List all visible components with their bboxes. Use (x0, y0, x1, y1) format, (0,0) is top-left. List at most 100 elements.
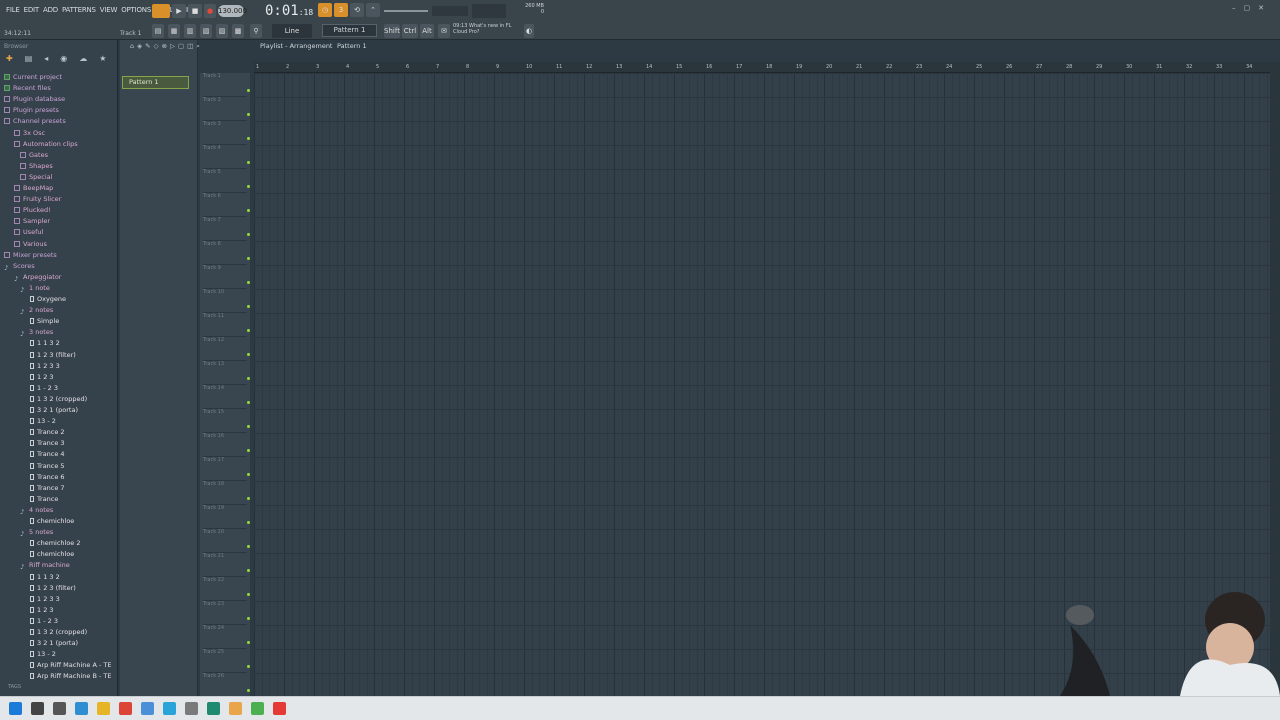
browser-item[interactable]: Useful (14, 227, 43, 238)
tool-5[interactable]: ▨ (216, 24, 228, 38)
browser-item[interactable]: 1 2 3 3 (30, 361, 60, 372)
track-mute-led[interactable] (247, 233, 250, 236)
track-header[interactable]: Track 11 (203, 313, 250, 337)
browser-file-icon[interactable]: ▤ (25, 54, 33, 64)
menu-patterns[interactable]: PATTERNS (60, 4, 98, 16)
track-mute-led[interactable] (247, 401, 250, 404)
track-mute-led[interactable] (247, 593, 250, 596)
timeline-ruler[interactable]: 1 2 3 4 5 6 7 8 9 10 11 12 13 14 15 16 17 18 19 20 21 22 23 24 2… (254, 62, 1270, 73)
track-mute-led[interactable] (247, 689, 250, 692)
browser-item[interactable]: Gates (20, 150, 48, 161)
browser-item[interactable]: 13 - 2 (30, 416, 56, 427)
track-header[interactable]: Track 24 (203, 625, 250, 649)
browser-item[interactable]: Oxygene (30, 294, 66, 305)
track-mute-led[interactable] (247, 257, 250, 260)
track-header[interactable]: Track 4 (203, 145, 250, 169)
track-header[interactable]: Track 2 (203, 97, 250, 121)
track-header[interactable]: Track 18 (203, 481, 250, 505)
task-view-icon[interactable] (53, 702, 66, 715)
browser-item[interactable]: Plugin presets (4, 105, 59, 116)
track-mute-led[interactable] (247, 185, 250, 188)
browser-menu-icon[interactable]: ✚ (6, 54, 13, 64)
browser-back-icon[interactable]: ◂ (44, 54, 48, 64)
browser-item[interactable]: Shapes (20, 161, 53, 172)
track-header[interactable]: Track 12 (203, 337, 250, 361)
browser-item[interactable]: Various (14, 239, 47, 250)
shift-button[interactable]: Shift (384, 24, 400, 38)
app-icon[interactable] (163, 702, 176, 715)
edge-icon[interactable] (75, 702, 88, 715)
browser-item[interactable]: 1 - 2 3 (30, 383, 58, 394)
browser-item[interactable]: 3x Osc (14, 128, 45, 139)
alt-button[interactable]: Alt (420, 24, 434, 38)
browser-item[interactable]: chemichloe (30, 549, 74, 560)
track-mute-led[interactable] (247, 209, 250, 212)
browser-item[interactable]: Trance 4 (30, 449, 65, 460)
pattern-song-toggle[interactable] (152, 4, 170, 18)
browser-item[interactable]: 1 2 3 (30, 605, 54, 616)
menu-options[interactable]: OPTIONS (119, 4, 153, 16)
track-header[interactable]: Track 23 (203, 601, 250, 625)
track-mute-led[interactable] (247, 137, 250, 140)
track-header[interactable]: Track 25 (203, 649, 250, 673)
browser-item[interactable]: Fruity Slicer (14, 194, 61, 205)
browser-item[interactable]: 13 - 2 (30, 649, 56, 660)
browser-star-icon[interactable]: ★ (99, 54, 106, 64)
app-icon[interactable] (207, 702, 220, 715)
browser-item[interactable]: ♪ Scores (4, 261, 35, 272)
track-mute-led[interactable] (247, 569, 250, 572)
browser-item[interactable]: Current project (4, 72, 62, 83)
track-header[interactable]: Track 10 (203, 289, 250, 313)
browser-item[interactable]: 1 3 2 (cropped) (30, 394, 87, 405)
maximize-icon[interactable]: ▢ (1244, 4, 1259, 12)
track-mute-led[interactable] (247, 545, 250, 548)
track-mute-led[interactable] (247, 353, 250, 356)
browser-item[interactable]: 3 2 1 (porta) (30, 405, 78, 416)
metronome-button[interactable]: ◷ (318, 3, 332, 17)
app-icon[interactable] (185, 702, 198, 715)
track-mute-led[interactable] (247, 305, 250, 308)
chrome-icon[interactable] (119, 702, 132, 715)
track-mute-led[interactable] (247, 449, 250, 452)
browser-cloud-icon[interactable]: ☁ (79, 54, 87, 64)
browser-item[interactable]: ♪ 3 notes (20, 327, 53, 338)
track-header[interactable]: Track 22 (203, 577, 250, 601)
track-mute-led[interactable] (247, 521, 250, 524)
track-header[interactable]: Track 3 (203, 121, 250, 145)
tool-3[interactable]: ▥ (184, 24, 196, 38)
browser-item[interactable]: chemichloe 2 (30, 538, 81, 549)
close-icon[interactable]: ✕ (1258, 4, 1272, 12)
track-mute-led[interactable] (247, 161, 250, 164)
browser-item[interactable]: 1 2 3 (filter) (30, 583, 76, 594)
stop-button[interactable]: ■ (188, 4, 202, 18)
browser-item[interactable]: 1 - 2 3 (30, 616, 58, 627)
browser-item[interactable]: Mixer presets (4, 250, 57, 261)
browser-item[interactable]: ♪ 1 note (20, 283, 50, 294)
browser-item[interactable]: ♪ Riff machine (20, 560, 70, 571)
browser-item[interactable]: Special (20, 172, 52, 183)
browser-item[interactable]: 1 2 3 (30, 372, 54, 383)
track-mute-led[interactable] (247, 329, 250, 332)
browser-item[interactable]: Trance 3 (30, 438, 65, 449)
track-header[interactable]: Track 14 (203, 385, 250, 409)
track-mute-led[interactable] (247, 473, 250, 476)
track-mute-led[interactable] (247, 89, 250, 92)
play-button[interactable]: ▶ (172, 4, 186, 18)
browser-globe-icon[interactable]: ◉ (60, 54, 67, 64)
browser-item[interactable]: Recent files (4, 83, 51, 94)
menu-file[interactable]: FILE (4, 4, 22, 16)
pattern-list-item[interactable]: Pattern 1 (122, 76, 189, 89)
browser-item[interactable]: Trance 2 (30, 427, 65, 438)
track-header[interactable]: Track 1 (203, 73, 250, 97)
time-display[interactable]: 0:01:18 (265, 3, 313, 19)
track-mute-led[interactable] (247, 425, 250, 428)
track-header[interactable]: Track 15 (203, 409, 250, 433)
browser-item[interactable]: Automation clips (14, 139, 78, 150)
menu-view[interactable]: VIEW (98, 4, 119, 16)
browser-item[interactable]: ♪ 2 notes (20, 305, 53, 316)
track-header[interactable]: Track 17 (203, 457, 250, 481)
track-header[interactable]: Track 7 (203, 217, 250, 241)
snap-selector[interactable]: Line (272, 24, 312, 38)
tool-1[interactable]: ▤ (152, 24, 164, 38)
track-mute-led[interactable] (247, 617, 250, 620)
